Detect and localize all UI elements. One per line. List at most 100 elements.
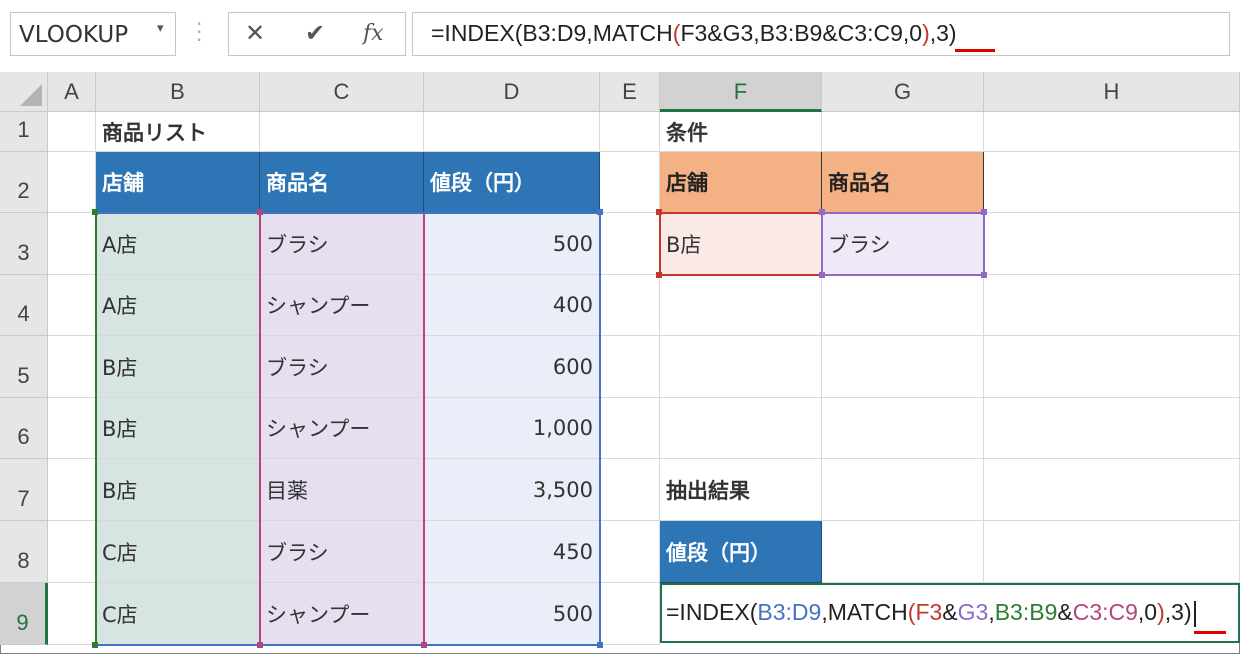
cell-a5[interactable] — [48, 336, 96, 398]
column-header-a[interactable]: A — [48, 72, 96, 112]
cell-a9[interactable] — [48, 583, 96, 645]
cell-e9[interactable] — [600, 583, 660, 645]
range-handle[interactable] — [257, 642, 263, 648]
range-highlight-f3 — [659, 212, 823, 276]
enter-icon[interactable]: ✔ — [305, 19, 325, 47]
cell-g1[interactable] — [822, 112, 984, 152]
row-header-6[interactable]: 6 — [0, 398, 48, 459]
text-cursor — [1193, 600, 1196, 627]
range-handle[interactable] — [92, 209, 98, 215]
cell-e8[interactable] — [600, 521, 660, 583]
row-header-7[interactable]: 7 — [0, 459, 48, 521]
cell-c1[interactable] — [260, 112, 424, 152]
cell-a2[interactable] — [48, 152, 96, 213]
cell-f5[interactable] — [660, 336, 822, 398]
range-handle[interactable] — [819, 272, 825, 278]
select-all-corner[interactable] — [0, 72, 48, 112]
column-header-b[interactable]: B — [96, 72, 260, 112]
cell-f6[interactable] — [660, 398, 822, 459]
drag-handle-icon[interactable]: · · · — [196, 14, 202, 50]
range-handle[interactable] — [656, 209, 662, 215]
row-header-8[interactable]: 8 — [0, 521, 48, 583]
cell-e3[interactable] — [600, 213, 660, 275]
cell-a1[interactable] — [48, 112, 96, 152]
formula-ref-c3-c9: C3:C9 — [1072, 599, 1138, 625]
formula-ref-g3: G3 — [957, 599, 989, 625]
table-header-price[interactable]: 値段（円） — [424, 152, 600, 213]
row-number: 4 — [17, 301, 30, 326]
cell-h1[interactable] — [984, 112, 1240, 152]
result-title[interactable]: 抽出結果 — [660, 459, 822, 521]
cell-a4[interactable] — [48, 275, 96, 336]
cell-f4[interactable] — [660, 275, 822, 336]
cell-g6[interactable] — [822, 398, 984, 459]
range-handle[interactable] — [981, 272, 987, 278]
name-box[interactable]: VLOOKUP ▾ — [10, 12, 176, 56]
cell-e2[interactable] — [600, 152, 660, 213]
formula-ref-b3-d9: B3:D9 — [757, 599, 822, 625]
conditions-header-product[interactable]: 商品名 — [822, 152, 984, 213]
cell-a8[interactable] — [48, 521, 96, 583]
edit-formula-text[interactable]: =INDEX(B3:D9,MATCH(F3&G3,B3:B9&C3:C9,0),… — [666, 599, 1196, 627]
cancel-icon[interactable]: ✕ — [245, 19, 265, 47]
conditions-header-store[interactable]: 店舗 — [660, 152, 822, 213]
range-handle[interactable] — [597, 642, 603, 648]
name-box-value: VLOOKUP — [19, 22, 129, 48]
range-handle[interactable] — [257, 209, 263, 215]
formula-ref-b3-b9: B3:B9 — [994, 599, 1058, 625]
cell-g7[interactable] — [822, 459, 984, 521]
cell-h8[interactable] — [984, 521, 1240, 583]
row-header-5[interactable]: 5 — [0, 336, 48, 398]
range-handle[interactable] — [597, 209, 603, 215]
cell-g8[interactable] — [822, 521, 984, 583]
row-header-3[interactable]: 3 — [0, 213, 48, 275]
chevron-down-icon[interactable]: ▾ — [157, 21, 164, 36]
cell-d1[interactable] — [424, 112, 600, 152]
row-header-9[interactable]: 9 — [0, 583, 48, 645]
cell-h5[interactable] — [984, 336, 1240, 398]
cell-e5[interactable] — [600, 336, 660, 398]
cell-h7[interactable] — [984, 459, 1240, 521]
cell-h4[interactable] — [984, 275, 1240, 336]
row-header-2[interactable]: 2 — [0, 152, 48, 213]
range-handle[interactable] — [819, 209, 825, 215]
cell-e6[interactable] — [600, 398, 660, 459]
cell-g4[interactable] — [822, 275, 984, 336]
column-header-g[interactable]: G — [822, 72, 984, 112]
column-header-c[interactable]: C — [260, 72, 424, 112]
column-header-d[interactable]: D — [424, 72, 600, 112]
cell-g5[interactable] — [822, 336, 984, 398]
table-header-store[interactable]: 店舗 — [96, 152, 260, 213]
column-header-h[interactable]: H — [984, 72, 1240, 112]
cell-a6[interactable] — [48, 398, 96, 459]
row-header-4[interactable]: 4 — [0, 275, 48, 336]
row-number: 7 — [17, 486, 30, 511]
column-header-f[interactable]: F — [660, 72, 822, 112]
result-header-price[interactable]: 値段（円） — [660, 521, 822, 583]
row-number: 5 — [17, 363, 30, 388]
cell-h2[interactable] — [984, 152, 1240, 213]
cell-a3[interactable] — [48, 213, 96, 275]
formula-input[interactable]: =INDEX(B3:D9,MATCH(F3&G3,B3:B9&C3:C9,0),… — [412, 12, 1230, 56]
range-handle[interactable] — [656, 272, 662, 278]
insert-function-icon[interactable]: fx — [363, 21, 384, 46]
formula-part: & — [1057, 599, 1073, 625]
range-highlight-g3 — [821, 212, 985, 276]
cell-f1-conditions-title[interactable]: 条件 — [660, 112, 822, 152]
column-header-e[interactable]: E — [600, 72, 660, 112]
row-header-1[interactable]: 1 — [0, 112, 48, 152]
formula-part: ,MATCH — [821, 599, 908, 625]
range-handle[interactable] — [92, 642, 98, 648]
red-underline — [1194, 631, 1226, 634]
table-header-product[interactable]: 商品名 — [260, 152, 424, 213]
range-handle[interactable] — [981, 209, 987, 215]
cell-b1-title[interactable]: 商品リスト — [96, 112, 260, 152]
cell-e1[interactable] — [600, 112, 660, 152]
cell-h6[interactable] — [984, 398, 1240, 459]
cell-e7[interactable] — [600, 459, 660, 521]
cell-h3[interactable] — [984, 213, 1240, 275]
cell-a7[interactable] — [48, 459, 96, 521]
cell-e4[interactable] — [600, 275, 660, 336]
range-handle[interactable] — [421, 642, 427, 648]
cell-f9-editing[interactable]: =INDEX(B3:D9,MATCH(F3&G3,B3:B9&C3:C9,0),… — [660, 583, 1240, 643]
